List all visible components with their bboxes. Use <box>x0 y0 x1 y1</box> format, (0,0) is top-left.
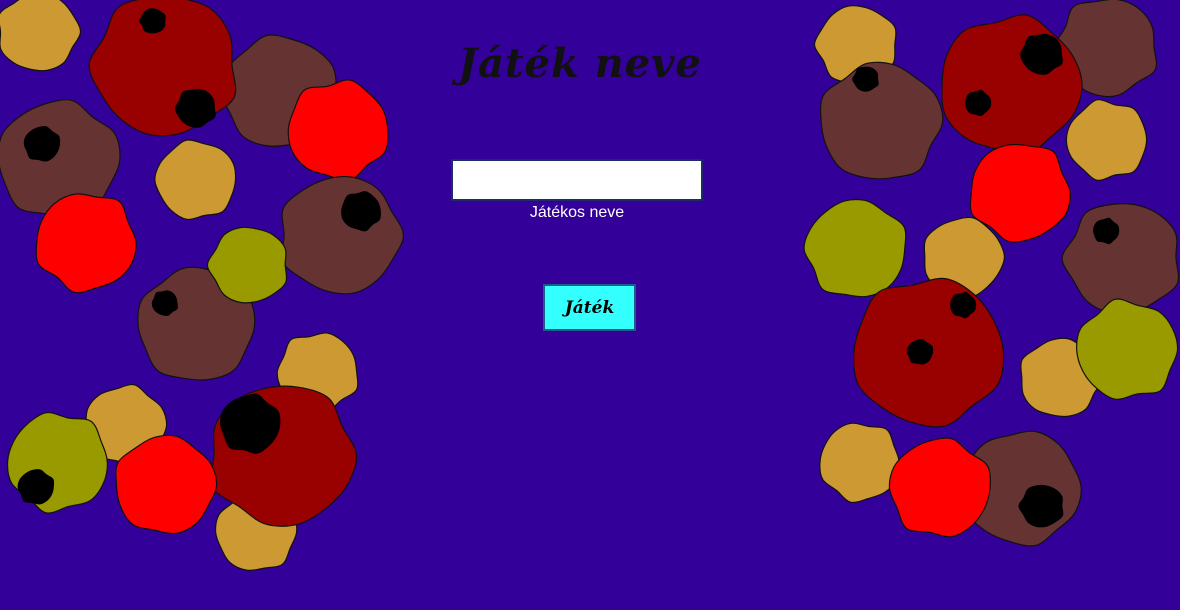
olive-blob <box>803 198 907 298</box>
page-title: Játék neve <box>458 40 702 87</box>
brown-blob <box>281 176 405 295</box>
orange-blob <box>154 139 237 221</box>
olive-blob <box>1076 298 1179 400</box>
orange-blob <box>0 0 82 72</box>
player-name-input[interactable] <box>451 159 703 201</box>
orange-blob <box>819 422 901 504</box>
red-blob <box>35 193 137 294</box>
player-name-label: Játékos neve <box>529 204 625 221</box>
play-button[interactable]: Játék <box>543 284 636 331</box>
orange-blob <box>1065 98 1148 182</box>
red-blob <box>287 79 389 182</box>
brown-blob <box>1061 203 1180 315</box>
